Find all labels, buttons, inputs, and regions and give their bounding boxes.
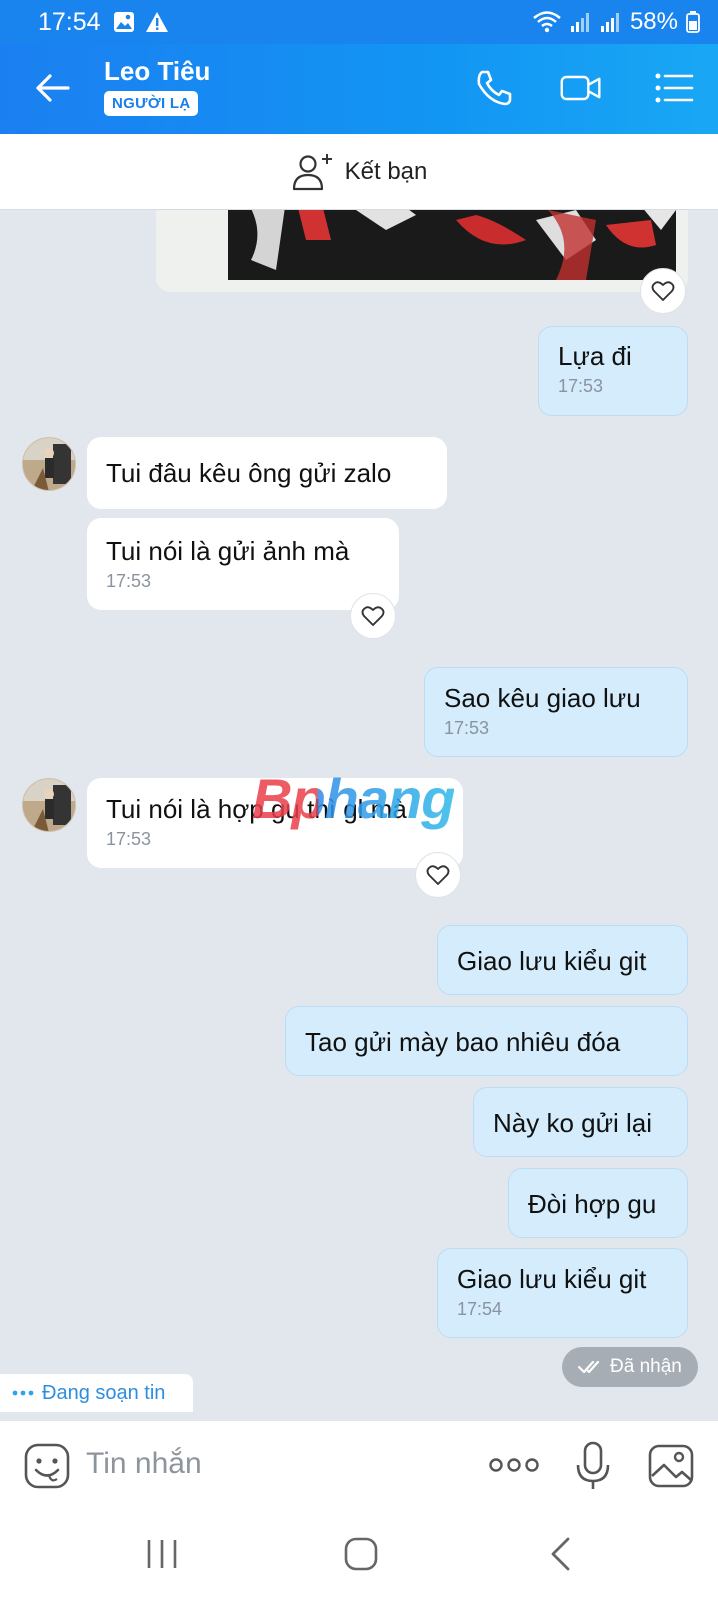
react-heart-button[interactable] [350, 593, 396, 639]
battery-icon [686, 11, 700, 33]
add-friend-icon [292, 153, 332, 190]
message-time: 17:53 [558, 376, 604, 396]
wifi-icon [533, 11, 561, 33]
react-heart-button[interactable] [640, 268, 686, 314]
message-bubble-out[interactable]: Giao lưu kiểu git [437, 925, 688, 995]
heart-icon [651, 281, 675, 301]
message-bubble-out[interactable]: Lựa đi 17:53 [538, 326, 688, 416]
heart-icon [426, 865, 450, 885]
message-time: 17:53 [444, 718, 490, 738]
typing-text: Đang soạn tin [42, 1381, 166, 1404]
avatar-image [23, 438, 75, 490]
message-text: Lựa đi [558, 341, 632, 371]
back-nav-icon[interactable] [548, 1536, 572, 1572]
phone-call-icon[interactable] [472, 66, 516, 110]
message-text: Tui nói là gửi ảnh mà [106, 536, 350, 566]
message-bubble-out[interactable]: Giao lưu kiểu git 17:54 [437, 1248, 688, 1338]
delivery-status-text: Đã nhận [610, 1356, 682, 1377]
battery-percent: 58% [629, 8, 678, 35]
message-bubble-out[interactable]: Đòi hợp gu [508, 1168, 688, 1238]
message-time: 17:53 [106, 829, 152, 849]
message-composer: Tin nhắn [0, 1420, 718, 1512]
message-time: 17:53 [106, 571, 152, 591]
warning-icon [145, 12, 168, 32]
photo-thumbnail [156, 210, 688, 292]
gallery-picker-icon[interactable] [648, 1443, 694, 1489]
system-nav-bar [0, 1512, 718, 1600]
contact-info[interactable]: Leo Tiêu NGƯỜI LẠ [104, 56, 210, 116]
message-text: Tui đâu kêu ông gửi zalo [106, 458, 392, 488]
typing-dots-icon [12, 1390, 34, 1396]
heart-icon [361, 606, 385, 626]
avatar-image [23, 779, 75, 831]
status-time: 17:54 [38, 7, 101, 36]
message-bubble-out[interactable]: Tao gửi mày bao nhiêu đóa [285, 1006, 688, 1076]
message-bubble-out[interactable]: Sao kêu giao lưu 17:53 [424, 667, 688, 757]
message-bubble-in[interactable]: Tui đâu kêu ông gửi zalo [87, 437, 447, 509]
add-friend-bar[interactable]: Kết bạn [0, 134, 718, 210]
sticker-emoji-icon[interactable] [24, 1443, 70, 1489]
gallery-icon [113, 12, 134, 32]
signal-icon [570, 13, 589, 32]
message-input[interactable]: Tin nhắn [86, 1447, 202, 1481]
chat-area: Lựa đi 17:53 Tui đâu kêu ông gửi zalo Tu… [0, 210, 718, 1420]
delivery-status-badge: Đã nhận [562, 1347, 698, 1387]
contact-name: Leo Tiêu [104, 56, 211, 86]
typing-indicator: Đang soạn tin [0, 1374, 193, 1412]
recent-apps-icon[interactable] [144, 1538, 180, 1570]
status-notification-icons [113, 11, 169, 33]
video-call-icon[interactable] [559, 66, 603, 110]
stranger-badge: NGƯỜI LẠ [104, 91, 199, 116]
message-text: Giao lưu kiểu git [457, 946, 647, 976]
react-heart-button[interactable] [415, 852, 461, 898]
status-bar: 17:54 58% [0, 0, 718, 44]
menu-list-icon[interactable] [652, 66, 696, 110]
double-check-icon [578, 1360, 600, 1374]
add-friend-label: Kết bạn [344, 157, 428, 185]
more-options-icon[interactable] [488, 1455, 540, 1475]
chat-header: Leo Tiêu NGƯỜI LẠ [0, 44, 718, 134]
message-time: 17:54 [457, 1299, 503, 1319]
message-bubble-out[interactable]: Này ko gửi lại [473, 1087, 688, 1157]
message-text: Sao kêu giao lưu [444, 683, 641, 713]
image-message[interactable] [156, 210, 688, 292]
signal-icon-2 [600, 13, 619, 32]
microphone-icon[interactable] [575, 1441, 611, 1491]
home-icon[interactable] [343, 1536, 379, 1572]
watermark-logo: Bphang [252, 767, 455, 830]
message-text: Đòi hợp gu [528, 1189, 657, 1219]
contact-avatar[interactable] [22, 437, 76, 491]
message-text: Tao gửi mày bao nhiêu đóa [305, 1027, 621, 1057]
contact-avatar[interactable] [22, 778, 76, 832]
message-text: Giao lưu kiểu git [457, 1264, 647, 1294]
message-bubble-in[interactable]: Tui nói là gửi ảnh mà 17:53 [87, 518, 399, 610]
back-arrow-icon[interactable] [32, 68, 72, 108]
message-text: Này ko gửi lại [493, 1108, 653, 1138]
